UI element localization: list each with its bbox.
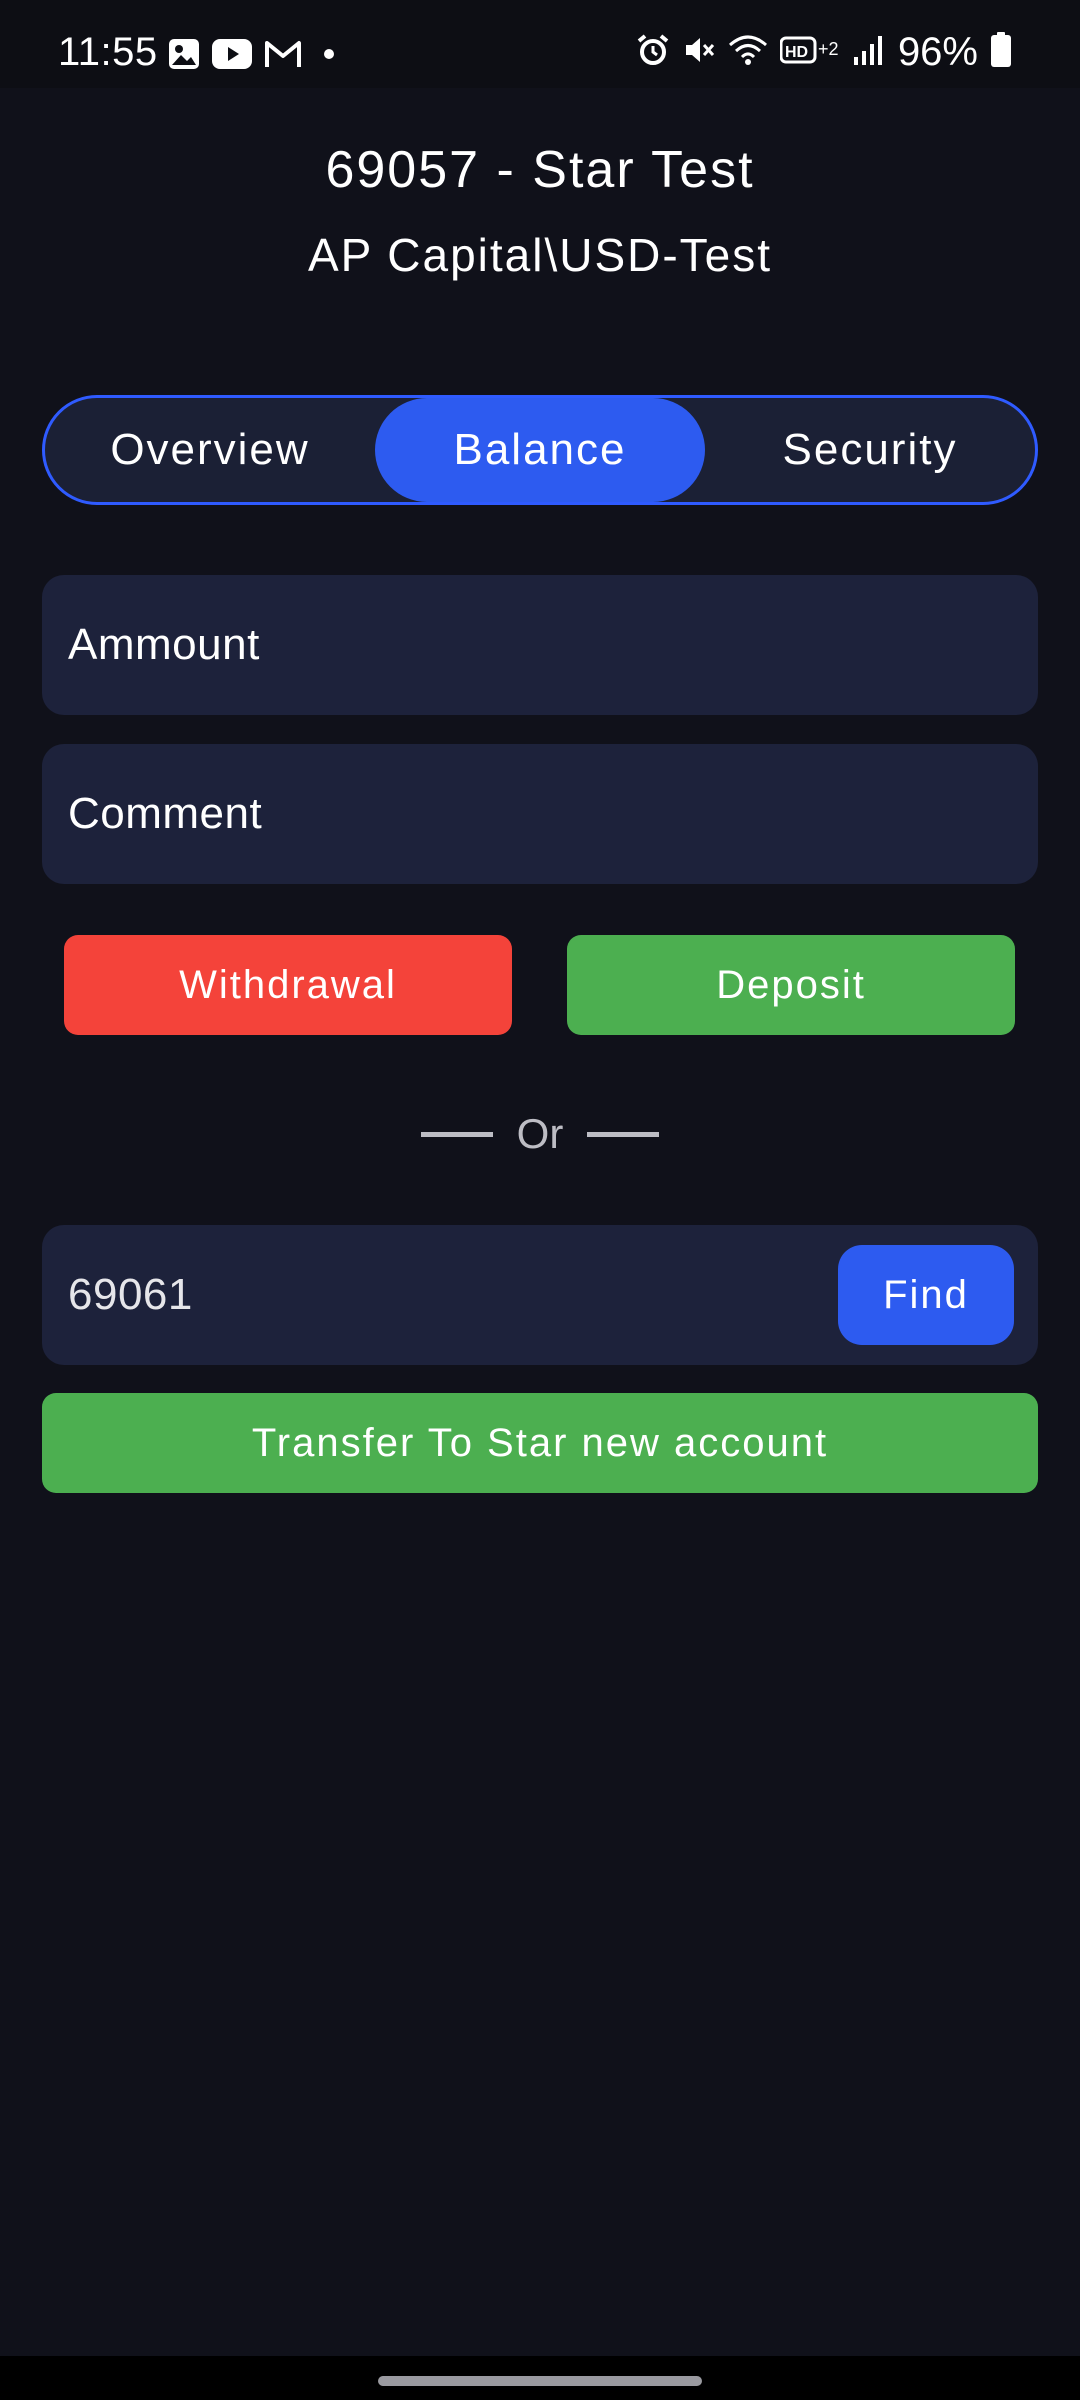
gallery-icon: [168, 38, 200, 75]
battery-icon: [990, 32, 1012, 73]
comment-field-container: [42, 744, 1038, 884]
navigation-bar: [0, 2356, 1080, 2400]
notification-icons: [168, 38, 344, 75]
signal-icon: [852, 33, 886, 72]
home-indicator[interactable]: [378, 2376, 702, 2386]
divider-line-right: [587, 1131, 660, 1137]
wifi-icon: [728, 33, 768, 72]
amount-input[interactable]: [66, 619, 1038, 671]
dot-icon: [314, 39, 344, 74]
account-title: 69057 - Star Test: [325, 141, 755, 199]
status-time: 11:55: [58, 30, 158, 74]
comment-input[interactable]: [66, 788, 1038, 840]
hd-voice-icon: HD +2: [779, 33, 840, 72]
system-icons: HD +2 96%: [636, 30, 1012, 75]
youtube-icon: [212, 39, 252, 74]
account-number-input[interactable]: [66, 1269, 826, 1321]
divider-line-left: [420, 1131, 493, 1137]
tab-overview[interactable]: Overview: [45, 398, 375, 502]
svg-text:HD: HD: [785, 44, 808, 61]
find-button[interactable]: Find: [838, 1245, 1014, 1345]
segmented-tabs: Overview Balance Security: [42, 395, 1038, 505]
or-divider: Or: [0, 1110, 1080, 1158]
mute-icon: [682, 33, 716, 72]
svg-text:+2: +2: [818, 39, 839, 59]
amount-field-container: [42, 575, 1038, 715]
transfer-button[interactable]: Transfer To Star new account: [42, 1393, 1038, 1493]
account-server: AP Capital\USD-Test: [307, 229, 773, 281]
gmail-icon: [264, 39, 302, 74]
status-bar: 11:55 HD +2 96%: [0, 0, 1080, 88]
tab-security[interactable]: Security: [705, 398, 1035, 502]
tab-balance[interactable]: Balance: [375, 398, 705, 502]
alarm-icon: [636, 33, 670, 72]
battery-percent: 96%: [897, 30, 978, 74]
withdrawal-button[interactable]: Withdrawal: [64, 935, 512, 1035]
account-search-container: Find: [42, 1225, 1038, 1365]
or-text: Or: [516, 1110, 564, 1157]
deposit-button[interactable]: Deposit: [567, 935, 1015, 1035]
